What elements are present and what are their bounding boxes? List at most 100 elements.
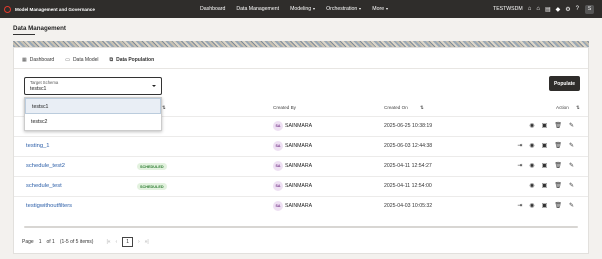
table-row[interactable]: schedule_test2 SCHEDULED SA SAINMARA 2025…: [14, 156, 588, 176]
view-icon[interactable]: ◉: [529, 182, 534, 189]
model-icon: ▭: [65, 57, 70, 63]
delete-icon[interactable]: 🗑: [554, 122, 562, 129]
save-icon[interactable]: ▣: [542, 122, 548, 129]
run-icon[interactable]: ⇥: [517, 162, 522, 169]
populate-button[interactable]: Populate: [549, 76, 580, 91]
created-on: 2025-06-03 12:44:38: [384, 143, 433, 149]
select-label: Target Schema: [30, 80, 59, 85]
table-row[interactable]: testing_1 SA SAINMARA 2025-06-03 12:44:38…: [14, 136, 588, 156]
grid-icon: ▦: [22, 57, 27, 63]
header-action: Action: [556, 105, 569, 110]
help-icon[interactable]: ?: [576, 6, 579, 12]
item-count: (1-5 of 5 items): [59, 239, 94, 245]
view-icon[interactable]: ◉: [529, 162, 534, 169]
table-row[interactable]: testigwithoutfilters SA SAINMARA 2025-04-…: [14, 196, 588, 216]
view-icon[interactable]: ◉: [529, 202, 534, 209]
workspace-icon[interactable]: ⌂: [528, 6, 532, 12]
edit-icon[interactable]: ✎: [569, 162, 574, 169]
created-by-name: SAINMARA: [285, 183, 313, 189]
page-label: Page: [22, 239, 34, 245]
select-value: testsc1: [30, 86, 47, 92]
sort-icon[interactable]: ⇅: [576, 105, 580, 111]
tab-data-model[interactable]: ▭ Data Model: [65, 57, 98, 63]
row-name[interactable]: schedule_test: [26, 183, 62, 189]
row-name[interactable]: schedule_test2: [26, 163, 65, 169]
save-icon[interactable]: ▣: [542, 202, 548, 209]
save-icon[interactable]: ▣: [542, 162, 548, 169]
tab-dashboard[interactable]: ▦ Dashboard: [22, 57, 54, 63]
created-on: 2025-04-11 12:54:27: [384, 163, 432, 169]
dropdown-option[interactable]: testsc1: [25, 98, 161, 114]
created-by: SA SAINMARA: [273, 141, 312, 151]
shield-icon[interactable]: ◆: [556, 6, 561, 13]
nav-more[interactable]: More: [372, 6, 388, 12]
first-page-icon[interactable]: |«: [106, 239, 110, 245]
delete-icon[interactable]: 🗑: [554, 182, 562, 189]
current-page[interactable]: 1: [122, 237, 133, 247]
nav-modeling[interactable]: Modeling: [290, 6, 315, 12]
page-input[interactable]: 1: [39, 239, 42, 245]
tab-label: Dashboard: [29, 57, 55, 63]
run-icon[interactable]: ⇥: [517, 202, 522, 209]
tab-divider: [14, 68, 588, 69]
nav-orchestration[interactable]: Orchestration: [326, 6, 361, 12]
tab-label: Data Population: [116, 57, 155, 63]
nav-dashboard[interactable]: Dashboard: [200, 6, 225, 12]
view-icon[interactable]: ◉: [529, 122, 534, 129]
created-by: SA SAINMARA: [273, 121, 312, 131]
created-on: 2025-04-03 10:05:32: [384, 203, 433, 209]
row-actions: ⇥ ◉ ▣ 🗑 ✎: [510, 162, 574, 169]
delete-icon[interactable]: 🗑: [554, 202, 562, 209]
page-title: Data Management: [13, 25, 66, 32]
edit-icon[interactable]: ✎: [569, 142, 574, 149]
pagination: Page 1 of 1 (1-5 of 5 items) |« ‹ 1 › »|: [22, 237, 154, 247]
chevron-down-icon: [152, 85, 156, 87]
header-created-on[interactable]: Created On: [384, 105, 408, 110]
docs-icon[interactable]: ▤: [545, 6, 551, 13]
row-name[interactable]: testing_1: [26, 143, 50, 149]
schema-dropdown-menu: testsc1 testsc2: [24, 97, 162, 131]
edit-icon[interactable]: ✎: [569, 182, 574, 189]
table-row[interactable]: schedule_test SCHEDULED SA SAINMARA 2025-…: [14, 176, 588, 196]
status-badge: SCHEDULED: [137, 183, 167, 190]
next-page-icon[interactable]: ›: [138, 239, 140, 245]
content-panel: ▦ Dashboard ▭ Data Model ⧉ Data Population …: [13, 47, 589, 254]
save-icon[interactable]: ▣: [542, 142, 548, 149]
user-avatar[interactable]: S: [585, 4, 594, 14]
created-by: SA SAINMARA: [273, 201, 312, 211]
prev-page-icon[interactable]: ‹: [116, 239, 118, 245]
tab-label: Data Model: [72, 57, 99, 63]
workspace-name[interactable]: TESTWSDM: [493, 6, 523, 12]
created-on: 2025-04-11 12:54:00: [384, 183, 432, 189]
header-created-by[interactable]: Created By: [273, 105, 296, 110]
home-icon[interactable]: ⌂: [536, 6, 540, 12]
created-by: SA SAINMARA: [273, 181, 312, 191]
sort-icon[interactable]: ⇅: [420, 105, 424, 111]
avatar: SA: [273, 181, 283, 191]
row-actions: ◉ ▣ 🗑 ✎: [522, 182, 574, 189]
row-name[interactable]: testigwithoutfilters: [26, 203, 72, 209]
delete-icon[interactable]: 🗑: [554, 162, 562, 169]
tab-data-population[interactable]: ⧉ Data Population: [110, 57, 155, 63]
save-icon[interactable]: ▣: [542, 182, 548, 189]
settings-icon[interactable]: ⚙: [565, 6, 570, 13]
horizontal-scrollbar[interactable]: [24, 226, 578, 228]
view-icon[interactable]: ◉: [529, 142, 534, 149]
target-schema-select[interactable]: Target Schema testsc1: [24, 77, 162, 95]
status-badge: SCHEDULED: [137, 163, 167, 170]
last-page-icon[interactable]: »|: [145, 239, 149, 245]
row-actions: ⇥ ◉ ▣ 🗑 ✎: [510, 202, 574, 209]
edit-icon[interactable]: ✎: [569, 122, 574, 129]
avatar: SA: [273, 201, 283, 211]
dropdown-option[interactable]: testsc2: [25, 114, 161, 130]
row-actions: ⇥ ◉ ▣ 🗑 ✎: [510, 142, 574, 149]
tab-bar: ▦ Dashboard ▭ Data Model ⧉ Data Population: [22, 57, 165, 63]
edit-icon[interactable]: ✎: [569, 202, 574, 209]
created-on: 2025-06-25 10:38:19: [384, 123, 433, 129]
top-bar: Model Management and Governance Dashboar…: [0, 0, 602, 18]
sort-icon[interactable]: ⇅: [162, 105, 166, 111]
run-icon[interactable]: ⇥: [517, 142, 522, 149]
delete-icon[interactable]: 🗑: [554, 142, 562, 149]
nav-data-management[interactable]: Data Management: [236, 6, 279, 12]
created-by-name: SAINMARA: [285, 143, 313, 149]
